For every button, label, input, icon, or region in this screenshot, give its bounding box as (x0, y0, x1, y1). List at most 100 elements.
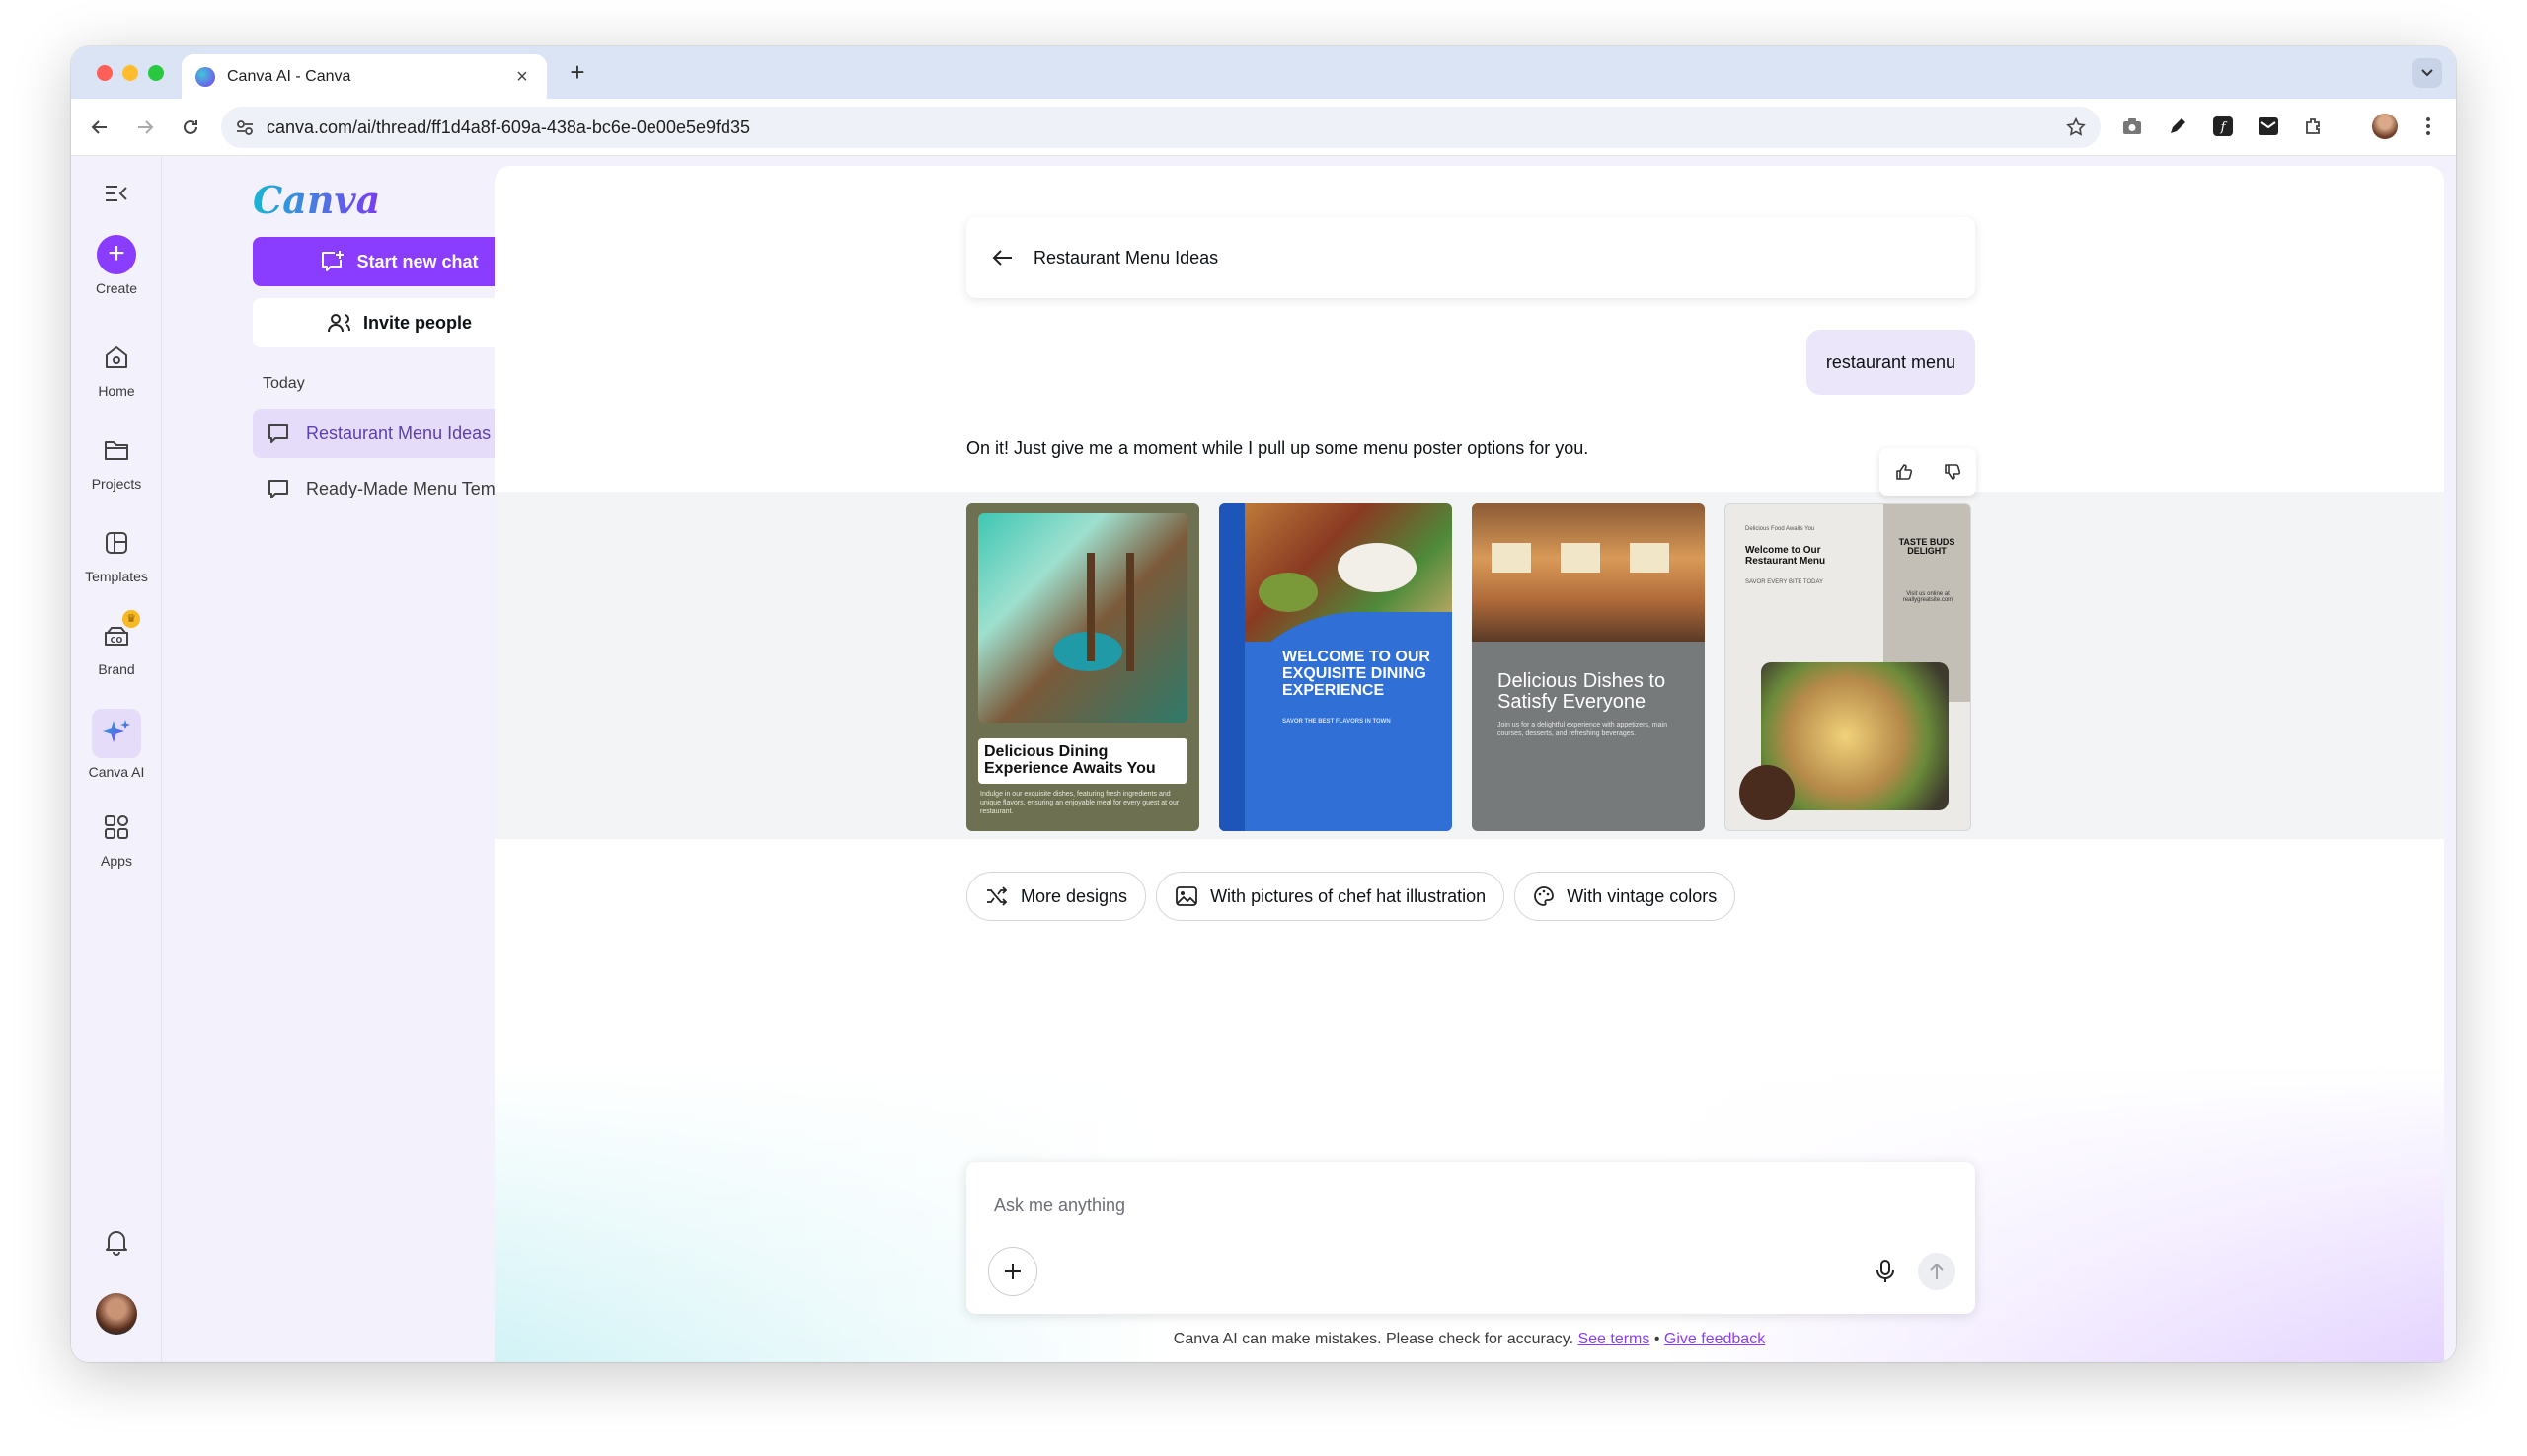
rail-templates[interactable]: Templates (71, 523, 162, 584)
rail-home[interactable]: Home (71, 338, 162, 399)
chat-main: Restaurant Menu Ideas restaurant menu On… (495, 166, 2444, 1362)
design-title: WELCOME TO OUR EXQUISITE DINING EXPERIEN… (1282, 649, 1430, 699)
mail-extension-icon[interactable] (2255, 113, 2282, 140)
rail-label-brand: Brand (98, 661, 135, 677)
bookmark-star-icon[interactable] (2065, 116, 2087, 138)
browser-tab[interactable]: Canva AI - Canva × (182, 54, 547, 99)
site-settings-icon[interactable] (235, 117, 255, 137)
browser-menu-icon[interactable] (2414, 113, 2442, 140)
disclaimer-text: Canva AI can make mistakes. Please check… (1173, 1331, 1574, 1347)
see-terms-link[interactable]: See terms (1577, 1331, 1649, 1347)
minimize-window-button[interactable] (122, 65, 138, 81)
design-body: Join us for a delightful experience with… (1497, 722, 1667, 738)
account-avatar[interactable] (71, 1293, 162, 1335)
thumbs-up-icon[interactable] (1895, 463, 1913, 481)
maximize-window-button[interactable] (148, 65, 164, 81)
design-subtitle: SAVOR THE BEST FLAVORS IN TOWN (1282, 719, 1391, 725)
address-bar[interactable]: canva.com/ai/thread/ff1d4a8f-609a-438a-b… (221, 107, 2101, 148)
design-subtitle: SAVOR EVERY BITE TODAY (1745, 579, 1824, 585)
design-title: Delicious Dishes to Satisfy Everyone (1497, 670, 1666, 713)
chat-bubble-icon (268, 424, 288, 443)
chevron-down-icon (2421, 69, 2433, 77)
microphone-button[interactable] (1871, 1257, 1900, 1286)
rail-projects[interactable]: Projects (71, 430, 162, 492)
svg-text:CO: CO (111, 636, 123, 645)
design-thumbnail[interactable]: Delicious Dishes to Satisfy Everyone Joi… (1472, 503, 1705, 831)
sparkle-icon (92, 709, 141, 758)
crown-badge-icon: ♛ (122, 610, 140, 628)
profile-avatar[interactable] (2371, 113, 2399, 140)
canva-logo[interactable]: Canva (253, 178, 380, 222)
chat-item-label: Ready-Made Menu Tem... (306, 478, 510, 498)
design-title: Delicious Dining Experience Awaits You (978, 738, 1187, 784)
chip-chef-hat-illustration[interactable]: With pictures of chef hat illustration (1156, 872, 1505, 921)
image-icon (1176, 886, 1197, 906)
font-extension-icon[interactable]: f (2209, 113, 2237, 140)
rail-create[interactable]: + Create (71, 235, 162, 296)
avatar[interactable] (96, 1293, 137, 1335)
templates-icon (97, 523, 136, 563)
pen-icon[interactable] (2164, 113, 2191, 140)
tab-close-icon[interactable]: × (511, 67, 533, 87)
section-today-heading: Today (263, 375, 305, 392)
back-button[interactable] (85, 113, 115, 142)
design-thumbnail[interactable]: Delicious Dining Experience Awaits You I… (966, 503, 1199, 831)
chip-label: More designs (1021, 885, 1128, 906)
plus-icon (1005, 1264, 1021, 1279)
palette-icon (1534, 886, 1555, 906)
chip-label: With vintage colors (1567, 885, 1718, 906)
arrow-up-icon (1930, 1263, 1944, 1279)
sidebar-collapse-icon (97, 174, 136, 213)
chip-more-designs[interactable]: More designs (966, 872, 1147, 921)
shuffle-icon (987, 886, 1008, 906)
design-thumbnail[interactable]: WELCOME TO OUR EXQUISITE DINING EXPERIEN… (1219, 503, 1452, 831)
reload-icon (184, 119, 197, 134)
tab-title: Canva AI - Canva (227, 67, 351, 85)
rail-label-home: Home (98, 383, 135, 399)
url-text[interactable]: canva.com/ai/thread/ff1d4a8f-609a-438a-b… (267, 117, 2065, 138)
notifications-button[interactable] (71, 1222, 162, 1262)
back-arrow-icon[interactable] (992, 249, 1014, 267)
extensions-puzzle-icon[interactable] (2300, 113, 2328, 140)
rail-label-create: Create (95, 280, 138, 296)
rail-label-apps: Apps (101, 853, 132, 869)
give-feedback-link[interactable]: Give feedback (1664, 1331, 1765, 1347)
suggestion-chips: More designs With pictures of chef hat i… (966, 872, 1736, 921)
tab-search-button[interactable] (2412, 58, 2442, 88)
folder-icon (97, 430, 136, 470)
canva-app: + Create Home Projects Templates CO ♛ Br… (71, 156, 2456, 1362)
chat-input[interactable]: Ask me anything (994, 1195, 1125, 1216)
forward-button[interactable] (130, 113, 160, 142)
arrow-right-icon (138, 120, 154, 134)
camera-icon[interactable] (2118, 113, 2146, 140)
rail-label-projects: Projects (91, 476, 142, 492)
rail-label-templates: Templates (85, 569, 148, 584)
send-button[interactable] (1918, 1253, 1955, 1290)
invite-people-label: Invite people (362, 312, 473, 333)
arrow-left-icon (91, 120, 107, 134)
new-tab-button[interactable]: + (563, 58, 592, 88)
rail-brand[interactable]: CO ♛ Brand (71, 610, 162, 677)
disclaimer-footer: Canva AI can make mistakes. Please check… (495, 1331, 2444, 1348)
invite-people-icon (327, 314, 350, 333)
design-photo (978, 513, 1187, 723)
reload-button[interactable] (176, 113, 205, 142)
close-window-button[interactable] (97, 65, 113, 81)
ai-message: On it! Just give me a moment while I pul… (966, 438, 1589, 458)
rail-canva-ai[interactable]: Canva AI (71, 709, 162, 780)
design-thumbnail[interactable]: Delicious Food Awaits You Welcome to Our… (1724, 503, 1971, 831)
tab-strip: Canva AI - Canva × + (71, 46, 2456, 99)
thread-header: Restaurant Menu Ideas (966, 217, 1975, 298)
collapse-sidebar-button[interactable] (71, 174, 162, 213)
chip-vintage-colors[interactable]: With vintage colors (1514, 872, 1736, 921)
thumbs-down-icon[interactable] (1944, 463, 1961, 481)
composer-add-button[interactable] (988, 1247, 1037, 1296)
window-controls (97, 65, 164, 81)
design-photo (1472, 503, 1705, 642)
rail-apps[interactable]: Apps (71, 807, 162, 869)
chat-item-label: Restaurant Menu Ideas (306, 422, 492, 443)
bell-icon (97, 1222, 136, 1262)
chip-label: With pictures of chef hat illustration (1210, 885, 1487, 906)
microphone-icon (1876, 1260, 1894, 1282)
user-message: restaurant menu (1805, 330, 1975, 395)
